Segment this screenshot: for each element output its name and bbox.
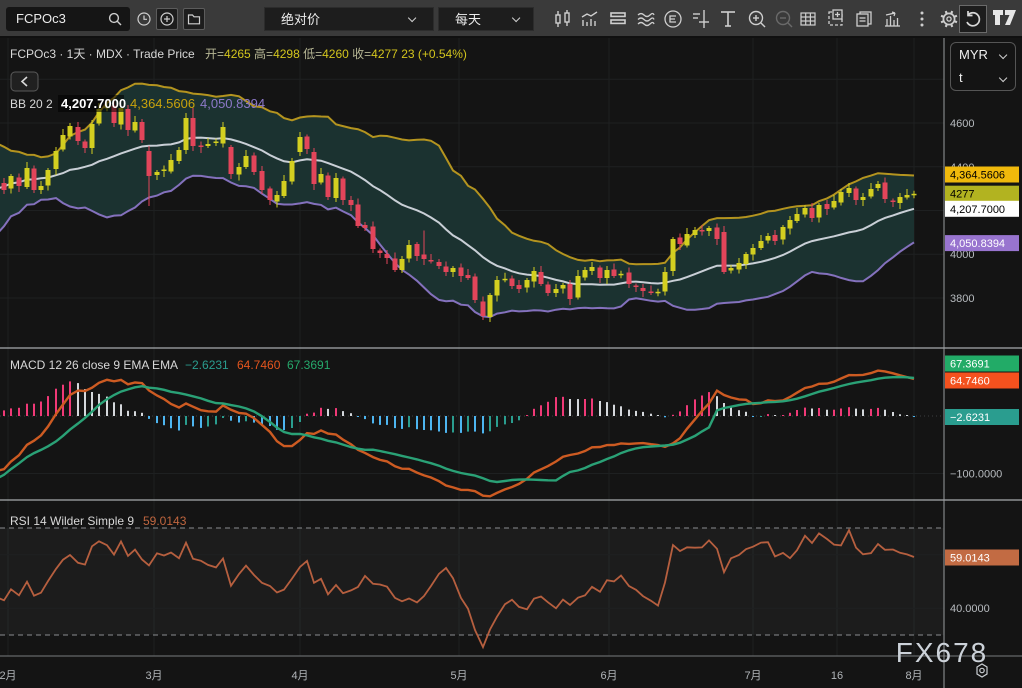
- svg-text:67.3691: 67.3691: [287, 358, 331, 372]
- svg-text:4,364.5606: 4,364.5606: [950, 170, 1005, 182]
- svg-text:4,050.8394: 4,050.8394: [200, 96, 265, 111]
- svg-text:4,364.5606: 4,364.5606: [130, 96, 195, 111]
- svg-text:5月: 5月: [450, 670, 467, 682]
- svg-text:64.7460: 64.7460: [950, 376, 990, 388]
- svg-text:FX678: FX678: [896, 637, 989, 668]
- svg-text:−100.0000: −100.0000: [950, 469, 1002, 481]
- svg-text:4,050.8394: 4,050.8394: [950, 238, 1005, 250]
- svg-text:4月: 4月: [291, 670, 308, 682]
- svg-text:4277: 4277: [950, 189, 974, 201]
- svg-text:16: 16: [831, 670, 843, 682]
- svg-text:4,207.7000: 4,207.7000: [61, 96, 126, 111]
- svg-text:−2.6231: −2.6231: [185, 358, 229, 372]
- svg-text:4,207.7000: 4,207.7000: [950, 204, 1005, 216]
- svg-text:MACD 12 26 close 9 EMA EMA: MACD 12 26 close 9 EMA EMA: [10, 358, 178, 372]
- svg-text:59.0143: 59.0143: [950, 553, 990, 565]
- svg-text:6月: 6月: [600, 670, 617, 682]
- svg-text:7月: 7月: [744, 670, 761, 682]
- svg-text:67.3691: 67.3691: [950, 359, 990, 371]
- svg-text:RSI 14 Wilder Simple 9: RSI 14 Wilder Simple 9: [10, 514, 134, 528]
- svg-text:8月: 8月: [905, 670, 922, 682]
- svg-text:64.7460: 64.7460: [237, 358, 281, 372]
- svg-text:40.0000: 40.0000: [950, 603, 990, 615]
- svg-text:4600: 4600: [950, 118, 974, 130]
- svg-text:3月: 3月: [145, 670, 162, 682]
- svg-text:59.0143: 59.0143: [143, 514, 187, 528]
- svg-text:−2.6231: −2.6231: [950, 412, 990, 424]
- svg-text:FCPOc3 · 1天 · MDX · Trade Pric: FCPOc3 · 1天 · MDX · Trade Price: [10, 47, 195, 61]
- svg-text:开=4265 高=4298 低=4260 收=4277 23: 开=4265 高=4298 低=4260 收=4277 23 (+0.54%): [205, 46, 467, 61]
- svg-text:3800: 3800: [950, 293, 974, 305]
- svg-text:2月: 2月: [0, 670, 17, 682]
- svg-text:BB 20 2: BB 20 2: [10, 97, 53, 111]
